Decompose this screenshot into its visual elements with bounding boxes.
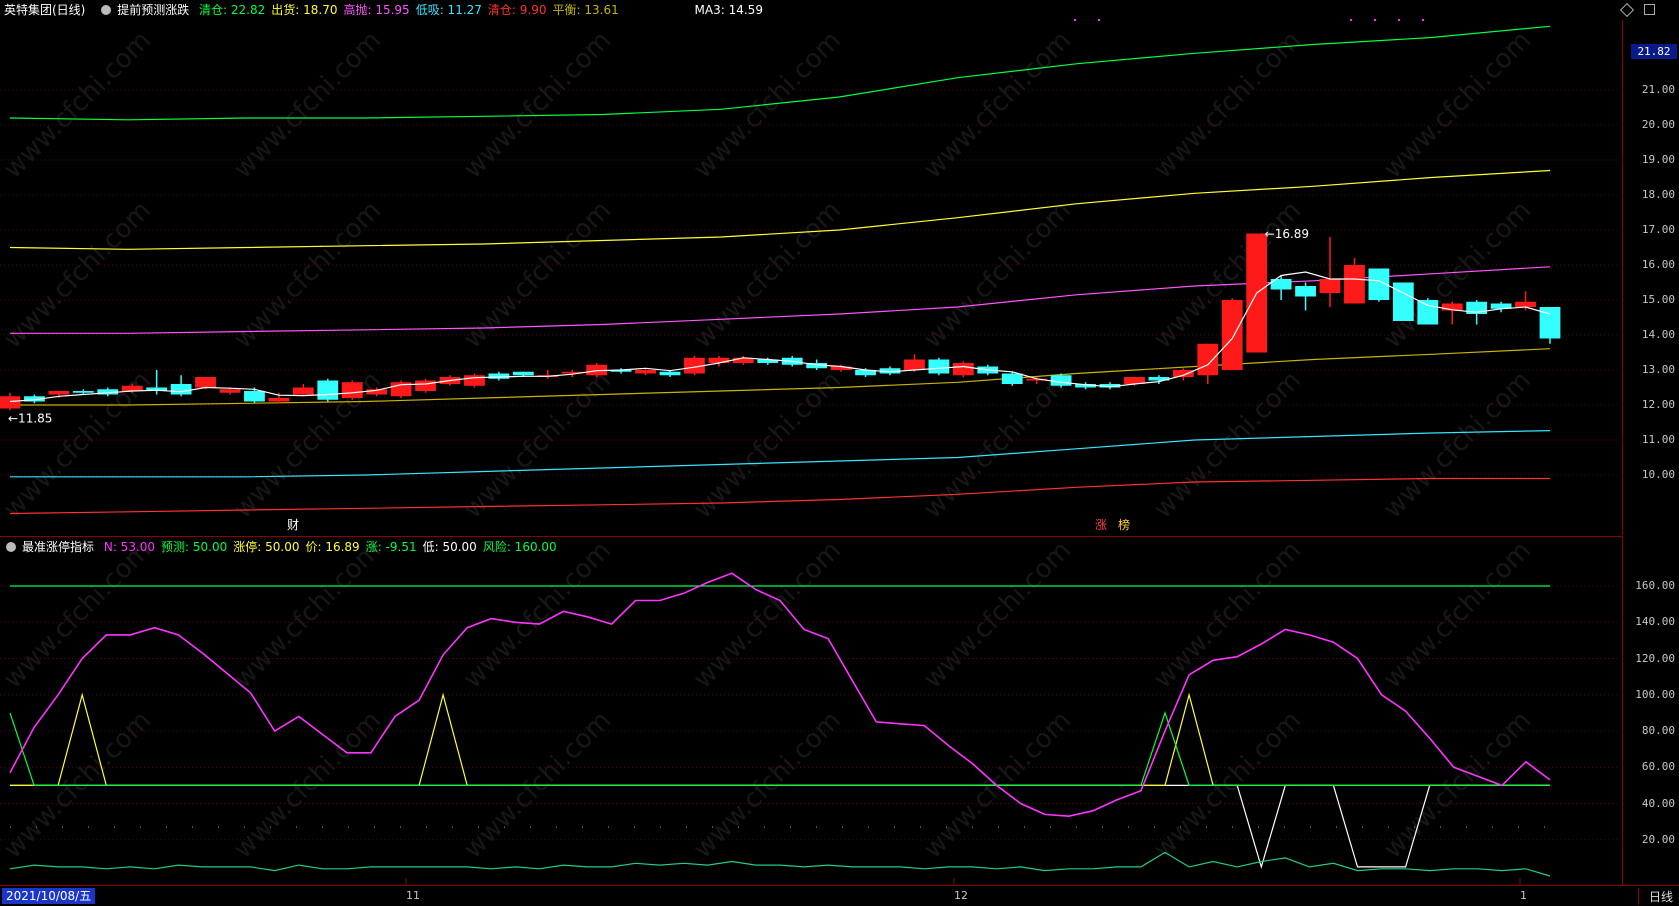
price-tick: 19.00 [1641,153,1675,166]
series-line-预测 [9,710,1550,786]
price-tick: 20.00 [1641,118,1675,131]
price-tick: 16.00 [1641,258,1675,271]
series-line-涨 [9,851,1551,877]
price-axis: 21.82 21.00 20.00 19.00 18.00 17.00 16.00 15.0… [1622,20,1679,535]
period-selector[interactable]: 日线 [1637,888,1673,905]
month-label-12: 12 [954,889,968,902]
price-tick: 14.00 [1641,328,1675,341]
price-tick: 17.00 [1641,223,1675,236]
indicator-tick: 120.00 [1635,651,1675,665]
indicator-tick: 40.00 [1641,796,1675,810]
indicator-tick: 140.00 [1635,615,1675,629]
indicator-tick: 20.00 [1641,832,1675,846]
series-line-低 [10,784,1550,870]
price-tick: 18.00 [1641,188,1675,201]
price-tick: 21.00 [1641,83,1675,96]
indicator-tick: 160.00 [1635,579,1675,592]
diamond-icon[interactable] [1619,2,1635,18]
indicator-tick: 60.00 [1641,760,1675,774]
indicator-tick: 100.00 [1635,687,1675,701]
date-axis-bar: 2021/10/08/五 11 12 1 日线 [0,885,1679,906]
current-price-badge: 21.82 [1631,44,1677,59]
indicator-tick: 80.00 [1641,724,1675,737]
price-tick: 12.00 [1641,398,1675,411]
month-label-1: 1 [1520,889,1527,902]
month-label-11: 11 [406,889,420,902]
price-tick: 11.00 [1641,433,1675,446]
price-tick: 15.00 [1641,293,1675,306]
price-tick: 10.00 [1641,468,1675,481]
sub-indicator-chart[interactable] [0,0,1620,885]
price-tick: 13.00 [1641,363,1675,376]
indicator-axis: 160.00 140.00 120.00 100.00 80.00 60.00 40.00 2… [1622,536,1679,885]
series-line-涨停 [10,692,1550,786]
stock-chart-window: www.cfchi.com www.cfchi.com www.cfchi.com w… [0,0,1679,906]
cursor-date-badge: 2021/10/08/五 [2,888,96,904]
window-square-icon[interactable] [1644,4,1655,15]
